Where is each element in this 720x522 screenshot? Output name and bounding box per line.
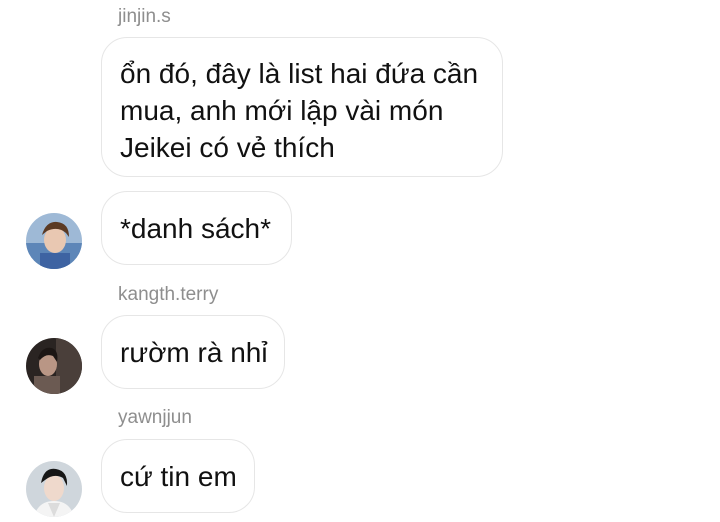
avatar[interactable] — [26, 338, 82, 394]
user-avatar-icon — [26, 338, 82, 394]
message-text: cứ tin em — [120, 461, 237, 492]
message-bubble[interactable]: cứ tin em — [101, 439, 255, 513]
message-bubble[interactable]: rườm rà nhỉ — [101, 315, 285, 389]
user-avatar-icon — [26, 461, 82, 517]
sender-username[interactable]: kangth.terry — [118, 284, 218, 306]
message-text-line: Jeikei có vẻ thích — [120, 132, 335, 163]
avatar[interactable] — [26, 461, 82, 517]
sender-username[interactable]: jinjin.s — [118, 6, 171, 28]
avatar[interactable] — [26, 213, 82, 269]
message-text: rườm rà nhỉ — [120, 337, 268, 368]
user-avatar-icon — [26, 213, 82, 269]
message-text-line: ổn đó, đây là list hai đứa cần — [120, 58, 479, 89]
message-bubble[interactable]: *danh sách* — [101, 191, 292, 265]
message-bubble[interactable]: ổn đó, đây là list hai đứa cần mua, anh … — [101, 37, 503, 177]
message-text: *danh sách* — [120, 213, 272, 244]
sender-username[interactable]: yawnjjun — [118, 407, 192, 429]
message-text-line: mua, anh mới lập vài món — [120, 95, 444, 126]
